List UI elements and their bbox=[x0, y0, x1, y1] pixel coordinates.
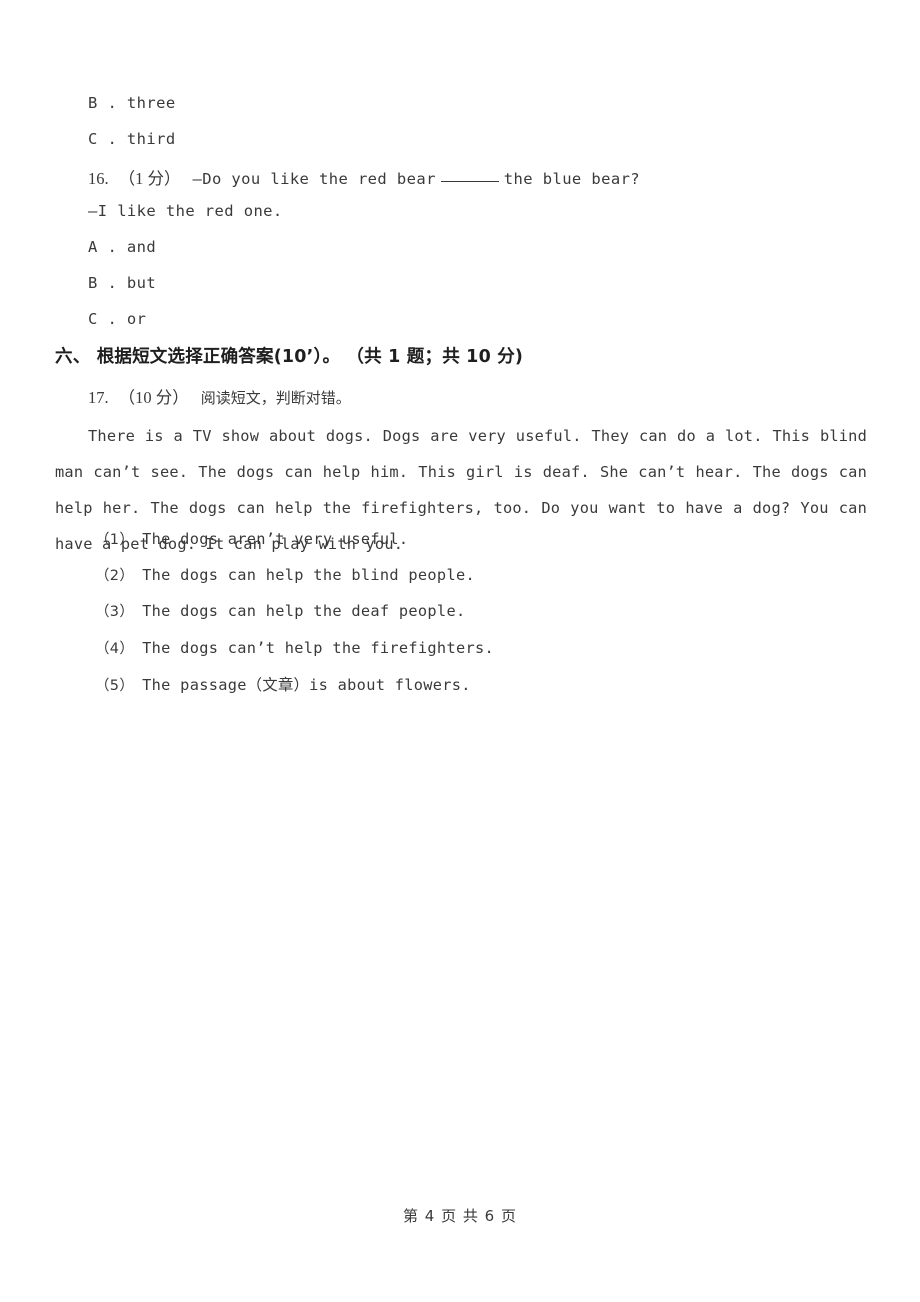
section-heading-six: 六、 根据短文选择正确答案(10’）。 （共 1 题；共 10 分) bbox=[55, 347, 524, 367]
sub-question-4-text: The dogs can’t help the firefighters. bbox=[142, 639, 494, 657]
question-16-answer-blank[interactable] bbox=[440, 181, 499, 182]
sub-question-5-marker: （5） bbox=[95, 678, 135, 694]
question-16-stem: 16. （1 分） —Do you like the red bear the blu… bbox=[88, 165, 640, 189]
question-16-number: 16. bbox=[88, 169, 109, 188]
sub-question-4-marker: （4） bbox=[95, 641, 135, 657]
sub-question-2-text: The dogs can help the blind people. bbox=[142, 566, 475, 584]
choice-c-third: C . third bbox=[88, 130, 176, 148]
question-16-answer-line: —I like the red one. bbox=[88, 202, 283, 220]
sub-question-4: （4） The dogs can’t help the firefighters. bbox=[95, 637, 494, 658]
sub-question-2: （2） The dogs can help the blind people. bbox=[95, 564, 475, 585]
sub-question-3-text: The dogs can help the deaf people. bbox=[142, 602, 466, 620]
question-16-points: （1 分） bbox=[118, 169, 181, 188]
question-16-choice-b: B . but bbox=[88, 274, 157, 292]
sub-question-1-text: The dogs aren’t very useful. bbox=[142, 530, 409, 548]
question-16-stem-before-blank: —Do you like the red bear bbox=[192, 170, 436, 188]
question-17-points: （10 分） bbox=[118, 388, 189, 407]
sub-question-1-marker: （1） bbox=[95, 532, 135, 548]
sub-question-5-text: The passage（文章）is about flowers. bbox=[142, 676, 471, 694]
sub-question-1: （1） The dogs aren’t very useful. bbox=[95, 528, 408, 549]
sub-question-5: （5） The passage（文章）is about flowers. bbox=[95, 673, 471, 695]
page-footer: 第 4 页 共 6 页 bbox=[403, 1207, 517, 1225]
exam-page: B . three C . third 16. （1 分） —Do you like… bbox=[0, 0, 920, 1302]
choice-b-three: B . three bbox=[88, 94, 176, 112]
sub-question-3-marker: （3） bbox=[95, 604, 135, 620]
question-16-stem-after-blank: the blue bear? bbox=[503, 170, 641, 188]
sub-question-2-marker: （2） bbox=[95, 568, 135, 584]
question-17-instruction: 阅读短文，判断对错。 bbox=[200, 389, 351, 407]
question-17-number: 17. bbox=[88, 388, 109, 407]
sub-question-3: （3） The dogs can help the deaf people. bbox=[95, 600, 465, 621]
question-16-choice-a: A . and bbox=[88, 238, 157, 256]
question-16-choice-c: C . or bbox=[88, 310, 147, 328]
question-17-stem: 17. （10 分） 阅读短文，判断对错。 bbox=[88, 384, 351, 408]
